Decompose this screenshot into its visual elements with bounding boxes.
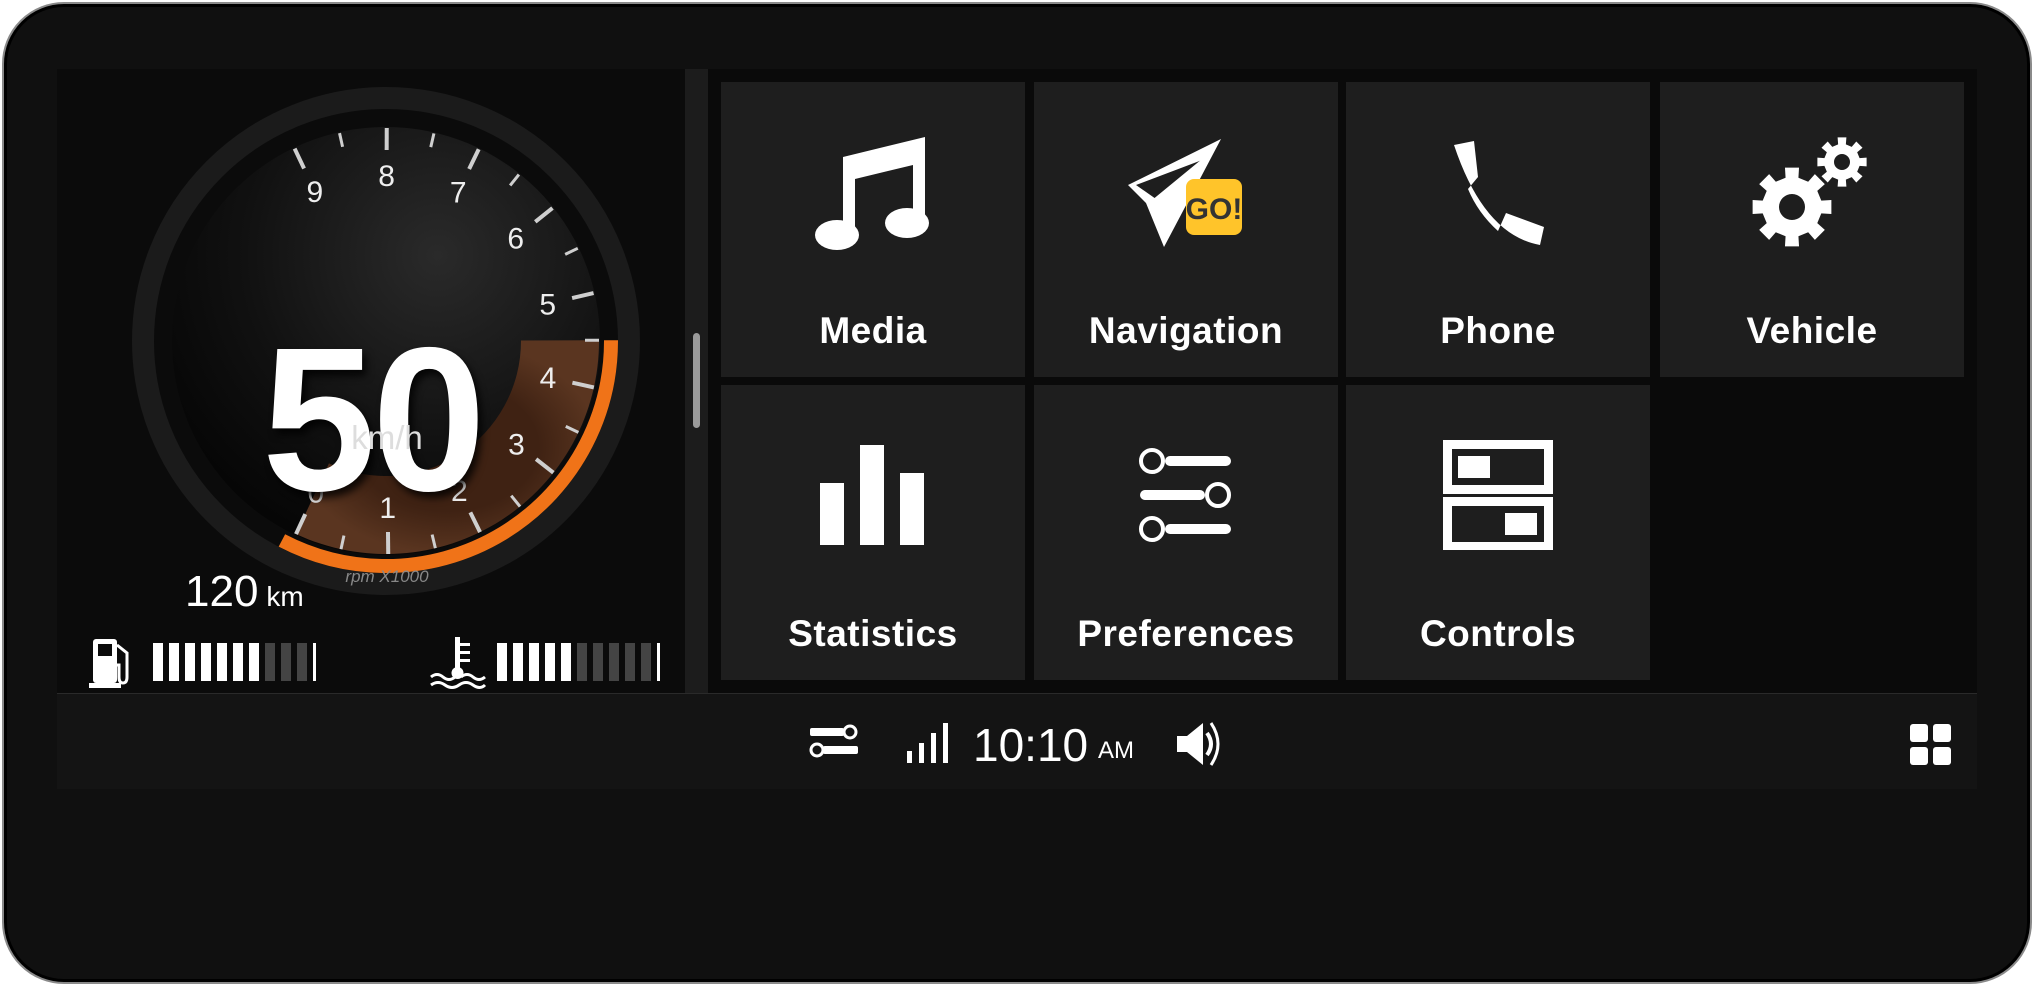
level-segment <box>217 643 227 681</box>
rpm-tick-label: 4 <box>540 362 557 395</box>
level-segment <box>281 643 291 681</box>
tile-statistics[interactable]: Statistics <box>721 385 1025 680</box>
level-segment <box>169 643 179 681</box>
tile-label: Media <box>819 310 927 351</box>
odometer: 120 km <box>185 567 304 617</box>
coolant-temperature-icon <box>430 637 487 689</box>
tile-media[interactable]: Media <box>721 82 1025 377</box>
grid-icon[interactable] <box>1910 724 1952 766</box>
level-segment <box>545 643 555 681</box>
instrument-cluster: 0123456789 50 km/h rpm X1000 120 km <box>57 69 685 693</box>
tile-navigation[interactable]: GO! Navigation <box>1034 82 1338 377</box>
tile-label: Phone <box>1440 310 1556 351</box>
svg-text:GO!: GO! <box>1186 193 1243 226</box>
level-segment <box>593 643 603 681</box>
level-segment <box>297 643 307 681</box>
rpm-unit-label: rpm X1000 <box>345 567 429 586</box>
gears-icon <box>1752 137 1867 247</box>
panel-divider <box>685 69 708 693</box>
sliders-icon <box>1139 448 1231 542</box>
level-segment <box>233 643 243 681</box>
temperature-level-bar <box>497 643 660 681</box>
fuel-level-bar <box>153 643 316 681</box>
tile-label: Statistics <box>788 613 958 654</box>
rpm-tick-label: 6 <box>507 222 524 255</box>
toggles-icon <box>1443 440 1553 550</box>
level-segment <box>513 643 523 681</box>
level-segment <box>625 643 635 681</box>
level-segment <box>201 643 211 681</box>
level-segment <box>577 643 587 681</box>
tile-preferences[interactable]: Preferences <box>1034 385 1338 680</box>
phone-icon <box>1454 141 1544 245</box>
clock-time: 10:10 <box>973 719 1089 771</box>
odometer-value: 120 <box>185 567 259 616</box>
navigation-go-icon: GO! <box>1128 139 1243 247</box>
tile-label: Vehicle <box>1746 310 1878 351</box>
tile-controls[interactable]: Controls <box>1346 385 1650 680</box>
tile-label: Preferences <box>1077 613 1295 654</box>
music-note-icon <box>815 136 929 250</box>
speed-unit: km/h <box>351 419 423 456</box>
level-end-mark <box>313 643 316 681</box>
level-segment <box>561 643 571 681</box>
level-segment <box>497 643 507 681</box>
tile-label: Controls <box>1419 613 1577 654</box>
level-segment <box>265 643 275 681</box>
status-bar: 10:10 AM <box>57 693 1977 789</box>
volume-icon[interactable] <box>1177 721 1227 767</box>
signal-icon <box>907 723 948 763</box>
sliders-icon[interactable] <box>808 724 860 758</box>
bar-chart-icon <box>820 445 924 545</box>
tile-phone[interactable]: Phone <box>1346 82 1650 377</box>
level-end-mark <box>657 643 660 681</box>
fuel-pump-icon <box>89 639 129 688</box>
tile-label: Navigation <box>1088 310 1284 351</box>
level-segment <box>609 643 619 681</box>
scrollbar-thumb[interactable] <box>693 333 700 428</box>
rpm-tick-label: 5 <box>539 289 556 322</box>
level-segment <box>249 643 259 681</box>
level-segment <box>529 643 539 681</box>
level-segment <box>185 643 195 681</box>
level-segment <box>153 643 163 681</box>
level-segment <box>641 643 651 681</box>
screen: 0123456789 50 km/h rpm X1000 120 km Media <box>57 69 1977 789</box>
tile-vehicle[interactable]: Vehicle <box>1660 82 1964 377</box>
clock-ampm: AM <box>1098 737 1134 764</box>
rpm-tick-label: 7 <box>450 177 467 210</box>
odometer-unit: km <box>266 581 304 612</box>
rpm-tick-label: 9 <box>306 176 323 209</box>
rpm-tick-label: 8 <box>378 160 395 193</box>
